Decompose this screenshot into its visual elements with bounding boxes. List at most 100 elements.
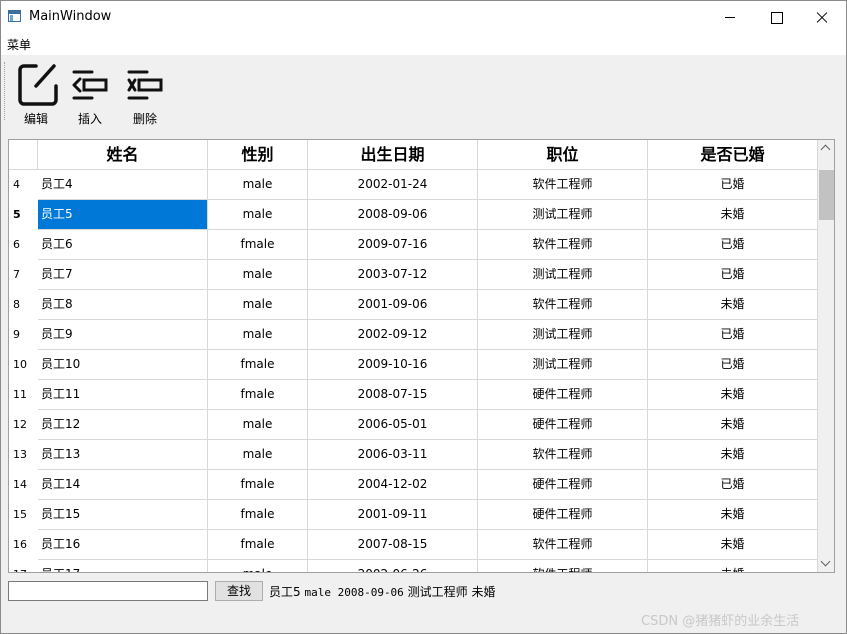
close-button[interactable] (799, 1, 845, 33)
minimize-button[interactable] (707, 1, 753, 33)
cell-name[interactable]: 员工17 (38, 560, 208, 572)
cell-birthdate[interactable]: 2004-12-02 (308, 470, 478, 500)
cell-married[interactable]: 未婚 (648, 560, 818, 572)
row-header[interactable]: 5 (9, 200, 38, 230)
row-header[interactable]: 11 (9, 380, 38, 410)
cell-birthdate[interactable]: 2006-05-01 (308, 410, 478, 440)
cell-birthdate[interactable]: 2007-08-15 (308, 530, 478, 560)
cell-name[interactable]: 员工12 (38, 410, 208, 440)
cell-birthdate[interactable]: 2009-07-16 (308, 230, 478, 260)
title-bar[interactable]: MainWindow (1, 1, 846, 33)
cell-name[interactable]: 员工15 (38, 500, 208, 530)
cell-position[interactable]: 软件工程师 (478, 440, 648, 470)
cell-married[interactable]: 未婚 (648, 380, 818, 410)
cell-birthdate[interactable]: 2002-09-12 (308, 320, 478, 350)
cell-name[interactable]: 员工5 (38, 200, 208, 230)
row-header[interactable]: 13 (9, 440, 38, 470)
cell-position[interactable]: 软件工程师 (478, 290, 648, 320)
cell-position[interactable]: 测试工程师 (478, 350, 648, 380)
cell-gender[interactable]: male (208, 320, 308, 350)
column-header-birthdate[interactable]: 出生日期 (308, 140, 478, 170)
cell-birthdate[interactable]: 2008-09-06 (308, 200, 478, 230)
cell-married[interactable]: 未婚 (648, 410, 818, 440)
cell-name[interactable]: 员工10 (38, 350, 208, 380)
cell-name[interactable]: 员工9 (38, 320, 208, 350)
maximize-button[interactable] (753, 1, 799, 33)
cell-name[interactable]: 员工13 (38, 440, 208, 470)
cell-birthdate[interactable]: 2002-06-26 (308, 560, 478, 572)
scroll-down-icon[interactable] (818, 555, 834, 572)
cell-birthdate[interactable]: 2002-01-24 (308, 170, 478, 200)
toolbar-grip[interactable] (4, 62, 7, 120)
cell-position[interactable]: 软件工程师 (478, 230, 648, 260)
cell-gender[interactable]: male (208, 560, 308, 572)
row-header[interactable]: 7 (9, 260, 38, 290)
row-header[interactable]: 9 (9, 320, 38, 350)
edit-button[interactable]: 编辑 (9, 60, 63, 126)
row-header[interactable]: 6 (9, 230, 38, 260)
cell-name[interactable]: 员工8 (38, 290, 208, 320)
row-header[interactable]: 14 (9, 470, 38, 500)
cell-position[interactable]: 软件工程师 (478, 530, 648, 560)
row-header[interactable]: 12 (9, 410, 38, 440)
cell-gender[interactable]: fmale (208, 380, 308, 410)
cell-married[interactable]: 已婚 (648, 470, 818, 500)
menu-item-main[interactable]: 菜单 (7, 36, 31, 53)
row-header[interactable]: 10 (9, 350, 38, 380)
cell-gender[interactable]: male (208, 290, 308, 320)
cell-married[interactable]: 未婚 (648, 200, 818, 230)
cell-gender[interactable]: male (208, 200, 308, 230)
column-header-married[interactable]: 是否已婚 (648, 140, 818, 170)
cell-gender[interactable]: fmale (208, 500, 308, 530)
row-header[interactable]: 8 (9, 290, 38, 320)
cell-position[interactable]: 软件工程师 (478, 170, 648, 200)
cell-name[interactable]: 员工4 (38, 170, 208, 200)
cell-gender[interactable]: fmale (208, 530, 308, 560)
cell-gender[interactable]: male (208, 440, 308, 470)
cell-position[interactable]: 测试工程师 (478, 320, 648, 350)
cell-position[interactable]: 硬件工程师 (478, 500, 648, 530)
column-header-position[interactable]: 职位 (478, 140, 648, 170)
row-header[interactable]: 4 (9, 170, 38, 200)
table-corner-button[interactable] (9, 140, 38, 170)
cell-married[interactable]: 未婚 (648, 290, 818, 320)
cell-birthdate[interactable]: 2003-07-12 (308, 260, 478, 290)
cell-married[interactable]: 已婚 (648, 320, 818, 350)
cell-married[interactable]: 已婚 (648, 170, 818, 200)
vertical-scrollbar[interactable] (818, 140, 834, 572)
scroll-up-icon[interactable] (818, 140, 834, 157)
cell-position[interactable]: 软件工程师 (478, 560, 648, 572)
cell-birthdate[interactable]: 2001-09-11 (308, 500, 478, 530)
employee-table[interactable]: 姓名 性别 出生日期 职位 是否已婚 4 员工4 male 2002-01-24 软件工… (8, 139, 835, 573)
cell-position[interactable]: 测试工程师 (478, 200, 648, 230)
insert-button[interactable]: 插入 (63, 60, 117, 126)
column-header-name[interactable]: 姓名 (38, 140, 208, 170)
cell-married[interactable]: 未婚 (648, 440, 818, 470)
cell-married[interactable]: 已婚 (648, 260, 818, 290)
cell-birthdate[interactable]: 2008-07-15 (308, 380, 478, 410)
cell-married[interactable]: 已婚 (648, 230, 818, 260)
cell-gender[interactable]: fmale (208, 350, 308, 380)
cell-name[interactable]: 员工14 (38, 470, 208, 500)
row-header[interactable]: 15 (9, 500, 38, 530)
cell-gender[interactable]: fmale (208, 470, 308, 500)
column-header-gender[interactable]: 性别 (208, 140, 308, 170)
cell-gender[interactable]: male (208, 260, 308, 290)
cell-married[interactable]: 已婚 (648, 350, 818, 380)
cell-position[interactable]: 测试工程师 (478, 260, 648, 290)
cell-name[interactable]: 员工16 (38, 530, 208, 560)
search-button[interactable]: 查找 (215, 581, 263, 601)
scrollbar-thumb[interactable] (819, 170, 834, 220)
cell-birthdate[interactable]: 2009-10-16 (308, 350, 478, 380)
cell-married[interactable]: 未婚 (648, 530, 818, 560)
cell-married[interactable]: 未婚 (648, 500, 818, 530)
cell-position[interactable]: 硬件工程师 (478, 410, 648, 440)
cell-birthdate[interactable]: 2006-03-11 (308, 440, 478, 470)
row-header[interactable]: 17 (9, 560, 38, 572)
cell-name[interactable]: 员工11 (38, 380, 208, 410)
cell-position[interactable]: 硬件工程师 (478, 470, 648, 500)
delete-button[interactable]: 删除 (118, 60, 172, 126)
cell-gender[interactable]: male (208, 170, 308, 200)
cell-name[interactable]: 员工7 (38, 260, 208, 290)
cell-position[interactable]: 硬件工程师 (478, 380, 648, 410)
